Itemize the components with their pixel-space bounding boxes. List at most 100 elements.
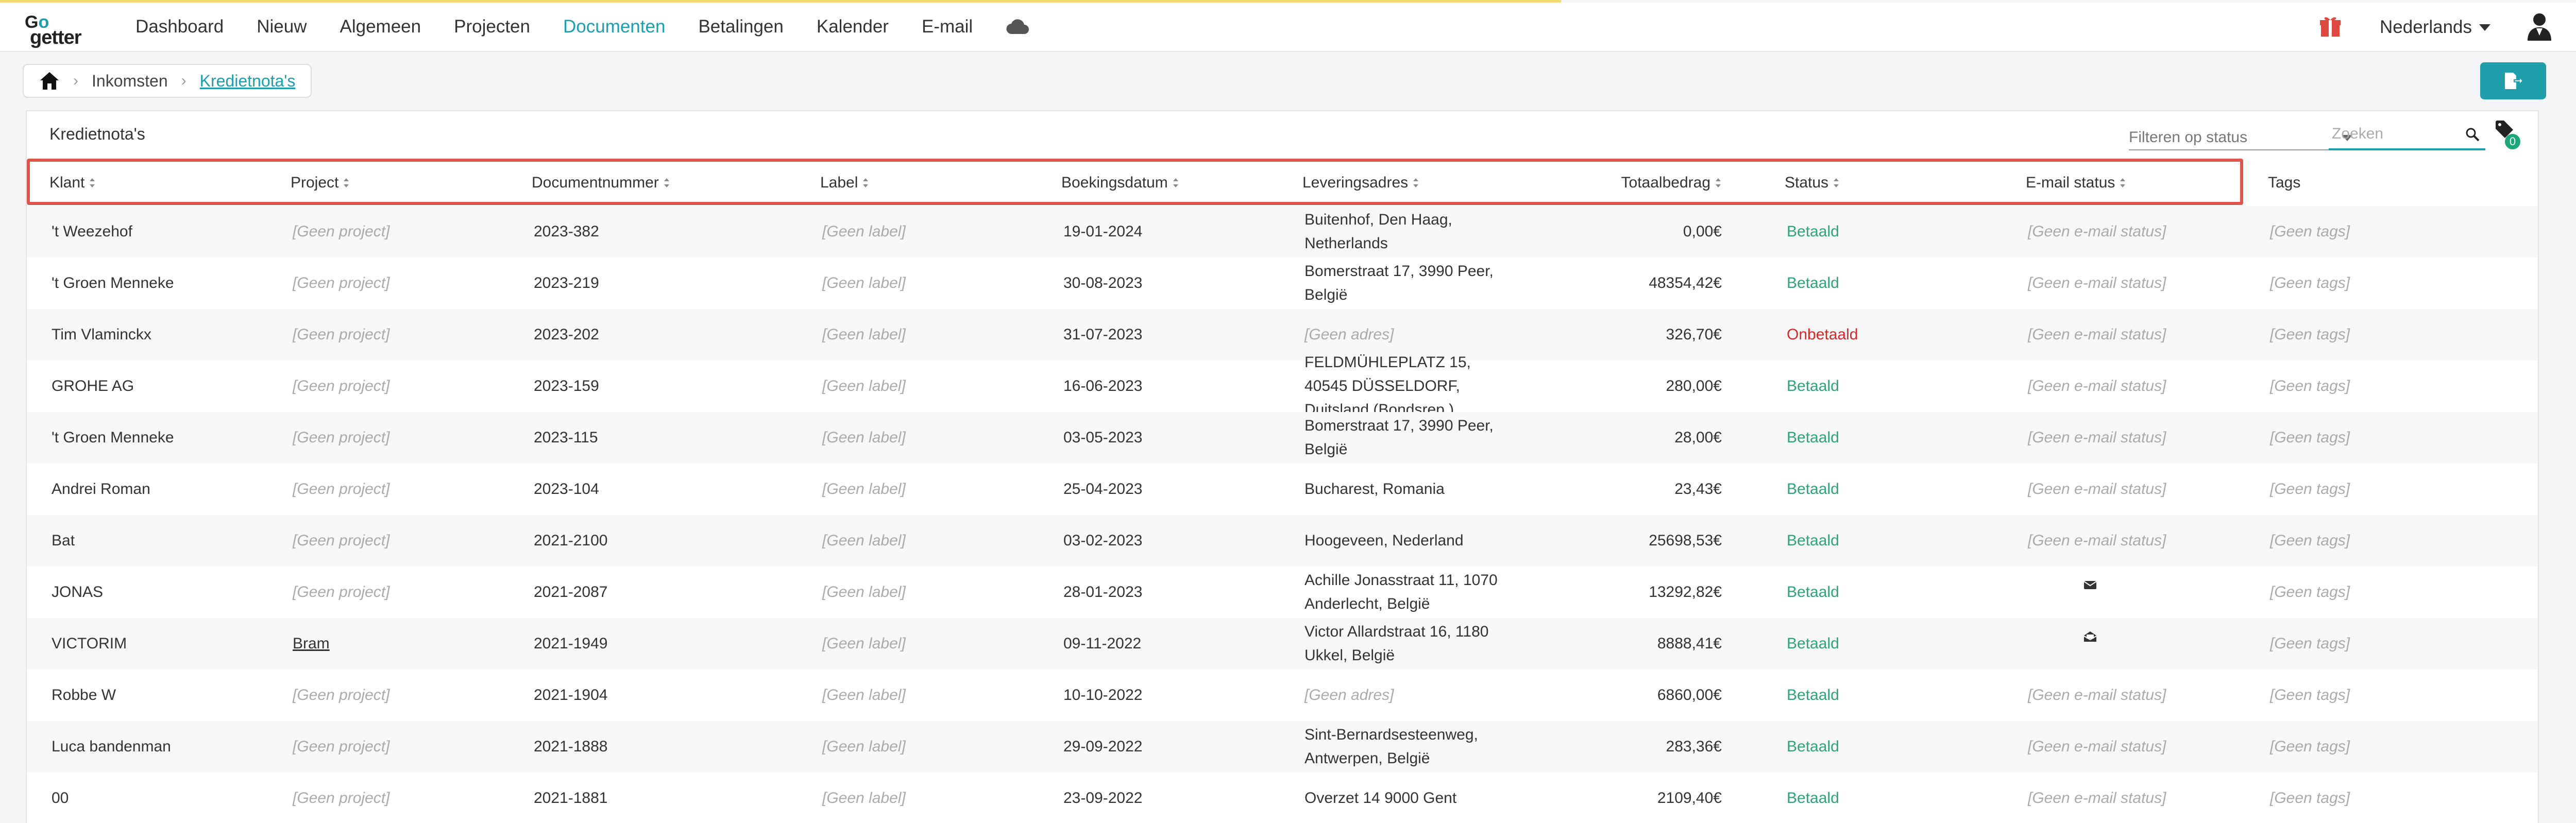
cell-tags: [Geen tags] <box>2270 223 2350 240</box>
table-row[interactable]: 't Groen Menneke [Geen project] 2023-219 [G… <box>27 258 2538 309</box>
cell-datum: 03-02-2023 <box>1063 532 1143 549</box>
cell-klant: Luca bandenman <box>52 738 171 755</box>
cell-label: [Geen label] <box>822 584 906 601</box>
table-row[interactable]: Tim Vlaminckx [Geen project] 2023-202 [Geen… <box>27 309 2538 361</box>
column-header-email[interactable]: E-mail status <box>2026 174 2126 192</box>
cell-label: [Geen label] <box>822 326 906 343</box>
gift-icon[interactable] <box>2319 15 2344 40</box>
table-row[interactable]: 00 [Geen project] 2021-1881 [Geen label] 23-… <box>27 773 2538 823</box>
search-icon[interactable] <box>2465 127 2480 142</box>
cell-doc: 2023-202 <box>534 326 599 343</box>
cell-klant: GROHE AG <box>52 378 134 395</box>
chevron-right-icon: › <box>181 72 187 89</box>
cell-datum: 23-09-2022 <box>1063 790 1143 807</box>
column-header-doc[interactable]: Documentnummer <box>532 174 670 192</box>
column-header-status[interactable]: Status <box>1785 174 1840 192</box>
cell-status: Onbetaald <box>1787 326 1858 343</box>
cell-bedrag: 8888,41€ <box>1657 635 1722 652</box>
cell-label: [Geen label] <box>822 687 906 704</box>
home-icon[interactable] <box>39 71 60 91</box>
cell-project[interactable]: Bram <box>293 618 330 670</box>
column-header-label[interactable]: Label <box>820 174 869 192</box>
nav-item-betalingen[interactable]: Betalingen <box>698 16 783 37</box>
export-icon <box>2505 73 2523 89</box>
cell-status: Betaald <box>1787 481 1839 498</box>
cell-datum: 10-10-2022 <box>1063 687 1143 704</box>
cell-project: [Geen project] <box>293 275 390 292</box>
cell-email: [Geen e-mail status] <box>2028 738 2166 755</box>
logo[interactable]: Go getter <box>25 11 105 48</box>
cell-status: Betaald <box>1787 790 1839 807</box>
cell-doc: 2023-104 <box>534 481 599 498</box>
table-row[interactable]: Robbe W [Geen project] 2021-1904 [Geen labe… <box>27 670 2538 721</box>
column-header-project[interactable]: Project <box>291 174 350 192</box>
nav-menu: Dashboard Nieuw Algemeen Projecten Documente… <box>135 16 1006 37</box>
cell-project: [Geen project] <box>293 584 390 601</box>
cell-klant: Tim Vlaminckx <box>52 326 151 343</box>
table-row[interactable]: VICTORIM Bram 2021-1949 [Geen label] 09-11-2… <box>27 618 2538 670</box>
nav-item-documenten[interactable]: Documenten <box>563 16 665 37</box>
cell-tags: [Geen tags] <box>2270 738 2350 755</box>
sort-icon <box>2120 178 2126 187</box>
cell-datum: 25-04-2023 <box>1063 481 1143 498</box>
breadcrumb-inkomsten[interactable]: Inkomsten <box>92 72 168 91</box>
cell-label: [Geen label] <box>822 378 906 395</box>
cell-datum: 29-09-2022 <box>1063 738 1143 755</box>
nav-item-projecten[interactable]: Projecten <box>454 16 530 37</box>
cell-label: [Geen label] <box>822 275 906 292</box>
table-row[interactable]: 't Weezehof [Geen project] 2023-382 [Geen l… <box>27 206 2538 258</box>
cell-tags: [Geen tags] <box>2270 635 2350 652</box>
table-row[interactable]: GROHE AG [Geen project] 2023-159 [Geen labe… <box>27 354 2538 418</box>
breadcrumb: › Inkomsten › Kredietnota's <box>23 64 312 98</box>
cell-tags: [Geen tags] <box>2270 378 2350 395</box>
table-row[interactable]: Luca bandenman [Geen project] 2021-1888 [Ge… <box>27 721 2538 773</box>
nav-item-email[interactable]: E-mail <box>922 16 973 37</box>
cell-email: [Geen e-mail status] <box>2028 275 2166 292</box>
column-header-klant[interactable]: Klant <box>49 174 96 192</box>
cell-email: [Geen e-mail status] <box>2028 223 2166 240</box>
cell-klant: 00 <box>52 790 69 807</box>
cell-doc: 2021-2087 <box>534 584 608 601</box>
column-header-bedrag[interactable]: Totaalbedrag <box>1552 174 1722 192</box>
sort-icon <box>344 178 349 187</box>
nav-item-dashboard[interactable]: Dashboard <box>135 16 224 37</box>
cell-project: [Geen project] <box>293 326 390 343</box>
cell-doc: 2021-1904 <box>534 687 608 704</box>
cell-doc: 2021-1949 <box>534 635 608 652</box>
cell-klant: Robbe W <box>52 687 116 704</box>
nav-item-nieuw[interactable]: Nieuw <box>257 16 307 37</box>
cell-email: [Geen e-mail status] <box>2028 429 2166 446</box>
table-row[interactable]: Bat [Geen project] 2021-2100 [Geen label] 03… <box>27 515 2538 567</box>
export-button[interactable] <box>2480 62 2546 99</box>
status-filter-select[interactable]: Filteren op status <box>2129 124 2357 150</box>
cell-project: [Geen project] <box>293 378 390 395</box>
column-header-adres[interactable]: Leveringsadres <box>1302 174 1419 192</box>
breadcrumb-kredietnotas[interactable]: Kredietnota's <box>200 72 296 91</box>
table-row[interactable]: 't Groen Menneke [Geen project] 2023-115 [G… <box>27 412 2538 464</box>
nav-item-algemeen[interactable]: Algemeen <box>340 16 421 37</box>
cell-adres: Achille Jonasstraat 11, 1070 Anderlecht,… <box>1304 572 1498 612</box>
table-row[interactable]: JONAS [Geen project] 2021-2087 [Geen label]… <box>27 567 2538 618</box>
cell-project: [Geen project] <box>293 429 390 446</box>
search-box <box>2329 119 2485 150</box>
search-input[interactable] <box>2332 125 2455 143</box>
cloud-icon[interactable] <box>1006 16 1032 37</box>
cell-datum: 28-01-2023 <box>1063 584 1143 601</box>
cell-bedrag: 0,00€ <box>1683 223 1722 240</box>
envelope-icon[interactable] <box>2082 579 2098 591</box>
nav-item-kalender[interactable]: Kalender <box>817 16 889 37</box>
cell-doc: 2023-159 <box>534 378 599 395</box>
cell-status: Betaald <box>1787 378 1839 395</box>
tag-filter-button[interactable]: 0 <box>2495 119 2523 151</box>
user-avatar-icon[interactable] <box>2527 12 2554 43</box>
panel-title: Kredietnota's <box>49 125 145 143</box>
envelope-open-icon[interactable] <box>2082 630 2098 643</box>
column-header-datum[interactable]: Boekingsdatum <box>1061 174 1179 192</box>
cell-adres: Overzet 14 9000 Gent <box>1304 790 1457 807</box>
language-select[interactable]: Nederlands <box>2380 17 2490 38</box>
cell-email: [Geen e-mail status] <box>2028 326 2166 343</box>
cell-status: Betaald <box>1787 429 1839 446</box>
table-row[interactable]: Andrei Roman [Geen project] 2023-104 [Geen … <box>27 464 2538 515</box>
cell-project: [Geen project] <box>293 790 390 807</box>
cell-adres: [Geen adres] <box>1304 687 1394 704</box>
